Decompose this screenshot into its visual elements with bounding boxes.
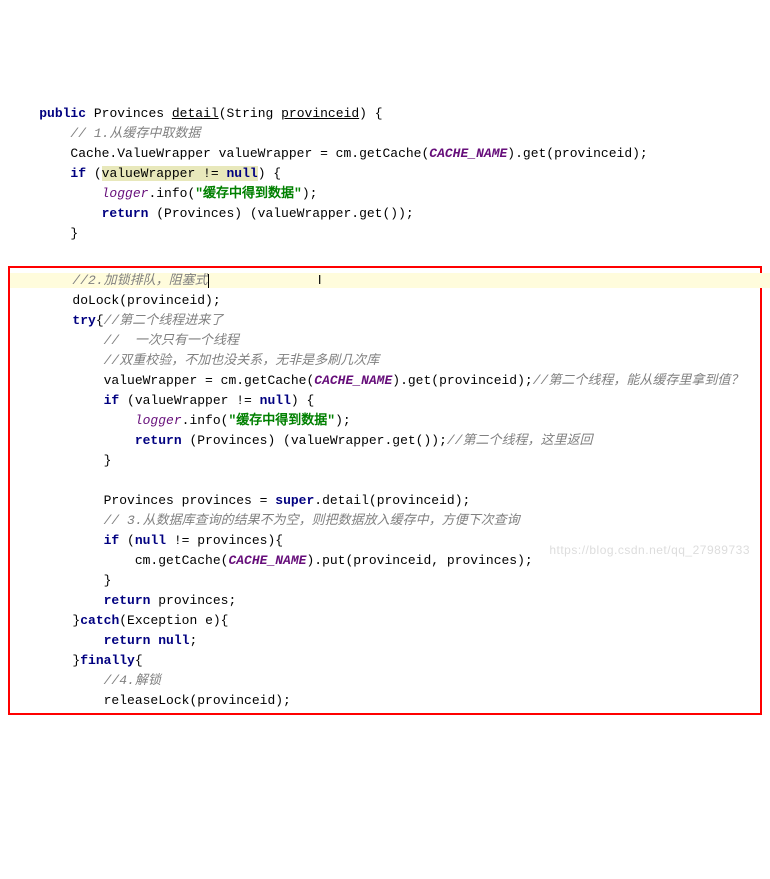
line-20: return provinces; bbox=[10, 593, 236, 608]
line-4: logger.info("缓存中得到数据"); bbox=[8, 186, 317, 201]
line-21: }catch(Exception e){ bbox=[10, 613, 228, 628]
line-16: Provinces provinces = super.detail(provi… bbox=[10, 493, 470, 508]
line-13: logger.info("缓存中得到数据"); bbox=[10, 413, 351, 428]
line-11: valueWrapper = cm.getCache(CACHE_NAME).g… bbox=[10, 373, 743, 388]
line-comment-1: // 1.从缓存中取数据 bbox=[8, 126, 200, 141]
line-19b: } bbox=[10, 573, 111, 588]
line-c17: // 3.从数据库查询的结果不为空，则把数据放入缓存中，方便下次查询 bbox=[10, 513, 520, 528]
watermark: https://blog.csdn.net/qq_27989733 bbox=[549, 540, 750, 560]
red-highlighted-box: //2.加锁排队，阻塞式 I doLock(provinceid); try{/… bbox=[8, 266, 762, 715]
line-dolock: doLock(provinceid); bbox=[10, 293, 221, 308]
code-block: public Provinces detail(String provincei… bbox=[8, 84, 762, 735]
line-23: }finally{ bbox=[10, 653, 143, 668]
line-14: return (Provinces) (valueWrapper.get());… bbox=[10, 433, 593, 448]
line-c10: //双重校验，不加也没关系，无非是多刷几次库 bbox=[10, 353, 379, 368]
condition-highlight: valueWrapper != null bbox=[102, 166, 258, 181]
line-3: if (valueWrapper != null) { bbox=[8, 166, 281, 181]
ibeam-cursor: I bbox=[318, 272, 322, 287]
line-12: if (valueWrapper != null) { bbox=[10, 393, 314, 408]
line-6: } bbox=[8, 226, 78, 241]
line-25: releaseLock(provinceid); bbox=[10, 693, 291, 708]
line-15: } bbox=[10, 453, 111, 468]
text-cursor bbox=[208, 274, 209, 288]
line-5: return (Provinces) (valueWrapper.get()); bbox=[8, 206, 414, 221]
line-2: Cache.ValueWrapper valueWrapper = cm.get… bbox=[8, 146, 648, 161]
line-c9: // 一次只有一个线程 bbox=[10, 333, 239, 348]
line-1: public Provinces detail(String provincei… bbox=[8, 106, 383, 121]
line-19: cm.getCache(CACHE_NAME).put(provinceid, … bbox=[10, 553, 533, 568]
line-try: try{//第二个线程进来了 bbox=[10, 313, 223, 328]
line-c24: //4.解锁 bbox=[10, 673, 161, 688]
blank-line bbox=[8, 246, 16, 261]
active-line[interactable]: //2.加锁排队，阻塞式 I bbox=[10, 273, 770, 288]
line-22: return null; bbox=[10, 633, 197, 648]
kw-public: public bbox=[39, 106, 86, 121]
blank-line-2 bbox=[10, 473, 18, 488]
line-18: if (null != provinces){ bbox=[10, 533, 283, 548]
